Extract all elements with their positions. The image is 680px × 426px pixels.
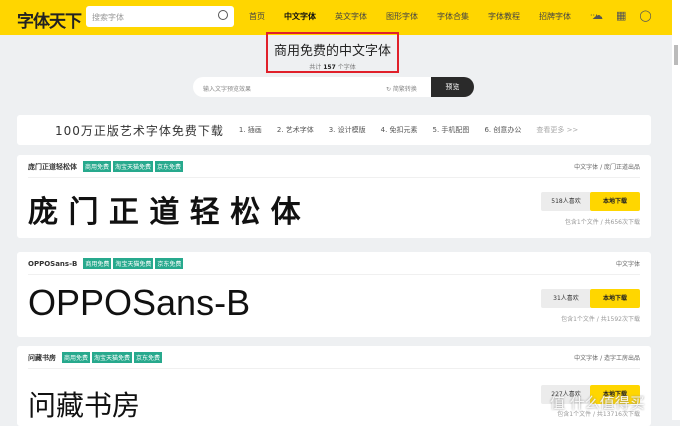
download-button[interactable]: 本地下载 — [590, 289, 640, 308]
font-card: 问藏书房 商用免费 淘宝天猫免费 京东免费 中文字体 / 造字工房出品 问藏书房 22… — [17, 346, 651, 426]
nav-home[interactable]: 首页 — [249, 11, 265, 22]
font-count: 共计 157 个字体 — [268, 62, 397, 71]
search-icon[interactable] — [218, 10, 228, 20]
watermark-logo: 值 什么值得买 — [550, 394, 645, 412]
page-title-box: 商用免费的中文字体 共计 157 个字体 — [266, 32, 399, 73]
tag: 京东免费 — [134, 352, 163, 363]
nav-chinese-fonts[interactable]: 中文字体 — [284, 11, 316, 22]
search-placeholder: 搜索字体 — [92, 13, 124, 22]
nav-tutorials[interactable]: 字体教程 — [488, 11, 520, 22]
banner-item[interactable]: 5. 手机配图 — [433, 125, 470, 135]
nav-sign-fonts[interactable]: 招牌字体 — [539, 11, 571, 22]
count-prefix: 共计 — [309, 64, 322, 71]
tag: 淘宝天猫免费 — [113, 258, 154, 269]
banner-item[interactable]: 6. 创意办公 — [484, 125, 521, 135]
nav-font-collections[interactable]: 字体合集 — [437, 11, 469, 22]
font-category[interactable]: 中文字体 / 庞门正道出品 — [574, 162, 640, 171]
site-logo[interactable]: 字体天下 — [17, 7, 82, 32]
banner-title[interactable]: 100万正版艺术字体免费下载 — [55, 122, 224, 139]
banner-item[interactable]: 2. 艺术字体 — [277, 125, 314, 135]
top-header: 字体天下 搜索字体 首页 中文字体 英文字体 图形字体 字体合集 字体教程 招牌… — [0, 0, 672, 35]
upload-icon[interactable]: ☁ — [592, 9, 603, 22]
font-category[interactable]: 中文字体 / 造字工房出品 — [574, 353, 640, 362]
nav-graphic-fonts[interactable]: 图形字体 — [386, 11, 418, 22]
main-nav: 首页 中文字体 英文字体 图形字体 字体合集 字体教程 招牌字体 ··· — [249, 11, 617, 22]
download-button[interactable]: 本地下载 — [590, 192, 640, 211]
like-button[interactable]: 518人喜欢 — [541, 192, 591, 211]
tag: 淘宝天猫免费 — [113, 161, 154, 172]
scrollbar[interactable] — [672, 0, 680, 420]
ad-banner: 100万正版艺术字体免费下载 1. 插画 2. 艺术字体 3. 设计模版 4. … — [17, 115, 651, 145]
font-sample[interactable]: 庞 门 正 道 轻 松 体 — [28, 187, 301, 231]
tag: 京东免费 — [155, 258, 184, 269]
font-card: OPPOSans-B 商用免费 淘宝天猫免费 京东免费 中文字体 OPPOSans-B… — [17, 252, 651, 337]
scrollbar-thumb[interactable] — [674, 45, 678, 65]
tag: 淘宝天猫免费 — [92, 352, 133, 363]
banner-item[interactable]: 1. 插画 — [239, 125, 262, 135]
user-icon[interactable]: ◯ — [639, 9, 651, 22]
simplified-traditional-toggle[interactable]: ↻ 简繁转换 — [386, 84, 417, 93]
count-value: 157 — [323, 64, 336, 71]
font-name[interactable]: 庞门正道轻松体 — [28, 162, 77, 172]
banner-item[interactable]: 3. 设计模版 — [329, 125, 366, 135]
font-sample[interactable]: 问藏书房 — [28, 384, 140, 424]
nav-english-fonts[interactable]: 英文字体 — [335, 11, 367, 22]
apps-grid-icon[interactable]: ▦ — [616, 9, 626, 22]
font-card: 庞门正道轻松体 商用免费 淘宝天猫免费 京东免费 中文字体 / 庞门正道出品 庞 门 … — [17, 155, 651, 238]
tag: 京东免费 — [155, 161, 184, 172]
preview-button[interactable]: 预览 — [431, 77, 474, 97]
font-name[interactable]: 问藏书房 — [28, 353, 56, 363]
count-suffix: 个字体 — [337, 64, 356, 71]
tag: 商用免费 — [83, 258, 112, 269]
divider — [28, 368, 640, 369]
banner-more-link[interactable]: 查看更多 >> — [536, 125, 578, 135]
page-title: 商用免费的中文字体 — [273, 44, 391, 59]
preview-input[interactable]: 输入文字预览效果 — [203, 84, 251, 93]
divider — [28, 274, 640, 275]
tag: 商用免费 — [62, 352, 91, 363]
divider — [28, 177, 640, 178]
like-button[interactable]: 31人喜欢 — [541, 289, 591, 308]
file-info: 包含1个文件 / 共656次下载 — [564, 219, 640, 226]
font-name[interactable]: OPPOSans-B — [28, 260, 77, 268]
preview-bar: 输入文字预览效果 ↻ 简繁转换 预览 — [193, 77, 474, 97]
banner-item[interactable]: 4. 免扣元素 — [381, 125, 418, 135]
file-info: 包含1个文件 / 共1592次下载 — [561, 316, 640, 323]
font-sample[interactable]: OPPOSans-B — [28, 282, 250, 324]
font-category[interactable]: 中文字体 — [616, 259, 640, 268]
tag: 商用免费 — [83, 161, 112, 172]
search-input[interactable]: 搜索字体 — [86, 6, 234, 27]
